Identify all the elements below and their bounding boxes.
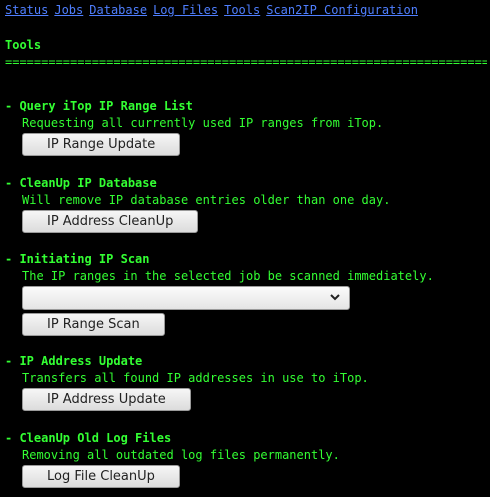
section-heading: - Initiating IP Scan <box>5 252 150 266</box>
log-file-cleanup-button[interactable]: Log File CleanUp <box>22 465 180 488</box>
nav-link-status[interactable]: Status <box>5 3 48 17</box>
section-heading: - Query iTop IP Range List <box>5 99 193 113</box>
section-heading: - CleanUp Old Log Files <box>5 431 172 445</box>
section-ip-address-update: - IP Address Update Transfers all found … <box>5 354 485 411</box>
section-heading: - IP Address Update <box>5 354 143 368</box>
nav-link-log-files[interactable]: Log Files <box>153 3 218 17</box>
divider-rule: ========================================… <box>5 55 487 69</box>
ip-address-cleanup-button[interactable]: IP Address CleanUp <box>22 210 199 233</box>
ip-range-scan-button[interactable]: IP Range Scan <box>22 313 165 336</box>
section-initiating-ip-scan: - Initiating IP Scan The IP ranges in th… <box>5 252 485 336</box>
section-query-itop-ip-range-list: - Query iTop IP Range List Requesting al… <box>5 99 485 156</box>
nav-link-scan2ip-configuration[interactable]: Scan2IP Configuration <box>266 3 418 17</box>
chevron-down-icon <box>330 294 340 301</box>
nav-link-tools[interactable]: Tools <box>224 3 260 17</box>
scan-job-select[interactable] <box>22 286 350 310</box>
section-description: Removing all outdated log files permanen… <box>22 448 340 462</box>
ip-range-update-button[interactable]: IP Range Update <box>22 133 181 156</box>
section-description: Requesting all currently used IP ranges … <box>22 116 384 130</box>
top-navigation: Status Jobs Database Log Files Tools Scan2IP … <box>5 3 424 17</box>
section-description: Will remove IP database entries older th… <box>22 193 391 207</box>
section-heading: - CleanUp IP Database <box>5 176 157 190</box>
section-cleanup-ip-database: - CleanUp IP Database Will remove IP dat… <box>5 176 485 233</box>
section-description: Transfers all found IP addresses in use … <box>22 371 369 385</box>
page-title: Tools <box>5 38 42 52</box>
section-cleanup-old-log-files: - CleanUp Old Log Files Removing all out… <box>5 431 485 488</box>
ip-address-update-button[interactable]: IP Address Update <box>22 388 191 411</box>
nav-link-database[interactable]: Database <box>89 3 147 17</box>
nav-link-jobs[interactable]: Jobs <box>54 3 83 17</box>
section-description: The IP ranges in the selected job be sca… <box>22 269 434 283</box>
